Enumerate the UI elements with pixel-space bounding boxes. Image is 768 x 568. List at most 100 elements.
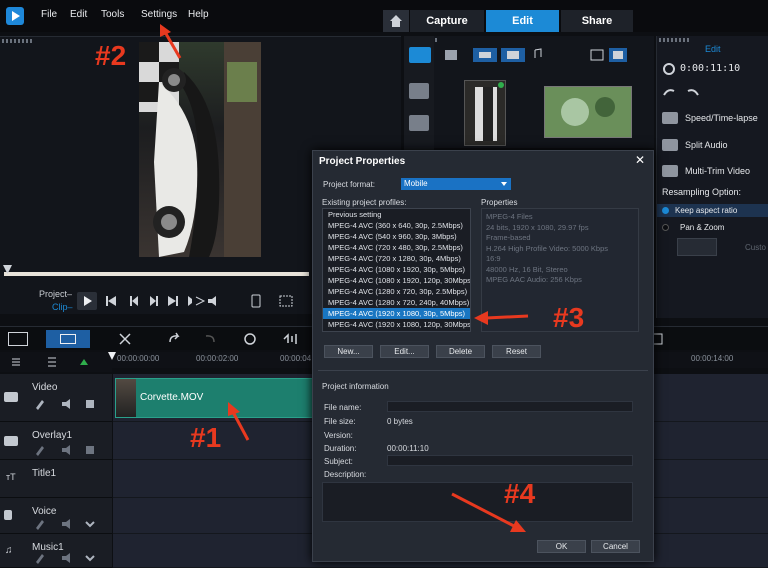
- project-format-label: Project format:: [323, 180, 376, 189]
- title-icon[interactable]: [409, 115, 429, 131]
- project-mode-label[interactable]: Project–: [39, 289, 72, 299]
- profile-item[interactable]: MPEG-4 AVC (1280 x 720, 30p, 2.5Mbps): [323, 286, 470, 297]
- speed-timelapse-option[interactable]: Speed/Time-lapse: [685, 113, 758, 123]
- duration-timecode[interactable]: 0:00:11:10: [680, 63, 740, 74]
- display-options-icons[interactable]: [250, 294, 300, 308]
- track-header-music: ♫ Music1: [0, 534, 112, 568]
- property-line: Frame-based: [486, 233, 531, 242]
- home-tab[interactable]: [383, 10, 409, 32]
- tab-share[interactable]: Share: [561, 10, 633, 32]
- menu-tools[interactable]: Tools: [101, 9, 124, 20]
- play-button[interactable]: [77, 292, 97, 310]
- track-name-title: Title1: [32, 468, 57, 479]
- music-track-icon: ♫: [5, 545, 13, 556]
- profile-list[interactable]: Previous setting MPEG-4 AVC (360 x 640, 3…: [322, 208, 471, 332]
- multi-trim-option[interactable]: Multi-Trim Video: [685, 166, 750, 176]
- split-audio-option[interactable]: Split Audio: [685, 140, 728, 150]
- rotate-icons[interactable]: [662, 87, 706, 99]
- ruler-time-2: 00:00:04: [280, 354, 312, 363]
- radio-pan-zoom[interactable]: [662, 224, 669, 231]
- play-icon: [84, 296, 92, 306]
- profile-item[interactable]: MPEG-4 AVC (360 x 640, 30p, 2.5Mbps): [323, 220, 470, 231]
- clock-icon: [663, 63, 675, 75]
- view-mode-icons[interactable]: [589, 48, 629, 62]
- annotation-4: #4: [504, 478, 536, 509]
- speed-icon: [662, 112, 678, 124]
- ruler-time-0: 00:00:00:00: [117, 354, 160, 363]
- library-thumb-photo[interactable]: [544, 86, 632, 138]
- profile-item[interactable]: MPEG-4 AVC (720 x 1280, 30p, 4Mbps): [323, 253, 470, 264]
- overlay-track-icon: [4, 436, 18, 446]
- media-library-icon[interactable]: [409, 47, 431, 63]
- properties-label: Properties: [481, 198, 518, 207]
- delete-profile-button[interactable]: Delete: [436, 345, 485, 358]
- options-panel: [656, 36, 768, 318]
- storyboard-view-icon[interactable]: [8, 332, 28, 346]
- profile-item[interactable]: MPEG-4 AVC (1920 x 1080, 30p, 5Mbps): [323, 308, 470, 319]
- new-profile-button[interactable]: New...: [324, 345, 373, 358]
- track-name-overlay: Overlay1: [32, 430, 73, 441]
- property-line: H.264 High Profile Video: 5000 Kbps: [486, 243, 609, 253]
- track-controls[interactable]: [34, 444, 98, 456]
- edit-tool-icons[interactable]: [118, 332, 318, 346]
- profile-item[interactable]: MPEG-4 AVC (1280 x 720, 240p, 40Mbps): [323, 297, 470, 308]
- scrub-bar[interactable]: [4, 272, 309, 276]
- clip-mode-label[interactable]: Clip–: [52, 302, 73, 312]
- library-filter-icons[interactable]: [443, 48, 553, 62]
- close-icon[interactable]: ✕: [635, 153, 645, 167]
- tab-edit[interactable]: Edit: [486, 10, 559, 32]
- ok-button[interactable]: OK: [537, 540, 586, 553]
- multi-trim-icon: [662, 165, 678, 177]
- subject-label: Subject:: [324, 457, 353, 466]
- pan-zoom-preset-dropdown[interactable]: [677, 238, 717, 256]
- reset-profile-button[interactable]: Reset: [492, 345, 541, 358]
- library-thumb-video[interactable]: [464, 80, 506, 146]
- clip-thumbnail: [116, 379, 136, 417]
- track-list-icons[interactable]: [10, 356, 100, 368]
- edit-profile-button[interactable]: Edit...: [380, 345, 429, 358]
- file-size-value: 0 bytes: [387, 417, 413, 426]
- video-clip[interactable]: Corvette.MOV: [115, 378, 313, 418]
- tab-capture[interactable]: Capture: [410, 10, 484, 32]
- menu-file[interactable]: File: [41, 9, 57, 20]
- track-controls[interactable]: [34, 552, 98, 564]
- profile-item[interactable]: MPEG-4 AVC (1080 x 1920, 30p, 5Mbps): [323, 264, 470, 275]
- annotation-3: #3: [553, 302, 585, 333]
- profile-item[interactable]: MPEG-4 AVC (1920 x 1080, 120p, 30Mbps: [323, 319, 470, 330]
- timeline-view-icon: [60, 334, 76, 344]
- instant-project-icon[interactable]: [409, 83, 429, 99]
- subject-field[interactable]: [387, 455, 633, 466]
- title-track-icon: ᴛT: [6, 472, 16, 482]
- transport-controls[interactable]: [104, 295, 216, 307]
- profile-item[interactable]: Previous setting: [323, 209, 470, 220]
- annotation-1: #1: [190, 422, 222, 453]
- track-header-overlay: Overlay1: [0, 422, 112, 460]
- dialog-title: Project Properties: [319, 156, 406, 167]
- profile-item[interactable]: MPEG-4 AVC (720 x 480, 30p, 2.5Mbps): [323, 242, 470, 253]
- app-logo-icon: [6, 7, 24, 25]
- project-format-select[interactable]: Mobile: [401, 178, 511, 190]
- description-field[interactable]: [322, 482, 633, 522]
- property-line: 48000 Hz, 16 Bit, Stereo: [486, 264, 568, 274]
- menu-help[interactable]: Help: [188, 9, 209, 20]
- cancel-button[interactable]: Cancel: [591, 540, 640, 553]
- version-label: Version:: [324, 431, 353, 440]
- file-name-field[interactable]: [387, 401, 633, 412]
- preview-video: [139, 42, 261, 257]
- customize-label[interactable]: Custo: [745, 243, 766, 252]
- panel-grip[interactable]: [2, 39, 32, 43]
- track-name-video: Video: [32, 382, 58, 393]
- profile-item[interactable]: MPEG-4 AVC (540 x 960, 30p, 3Mbps): [323, 231, 470, 242]
- ruler-time-1: 00:00:02:00: [196, 354, 239, 363]
- panel-grip[interactable]: [659, 38, 689, 42]
- menu-settings[interactable]: Settings: [141, 9, 177, 20]
- profiles-label: Existing project profiles:: [322, 198, 407, 207]
- track-controls[interactable]: [34, 398, 98, 410]
- profile-item[interactable]: MPEG-4 AVC (1080 x 1920, 120p, 30Mbps: [323, 275, 470, 286]
- timeline-view-button[interactable]: [46, 330, 90, 348]
- property-line: MPEG AAC Audio: 256 Kbps: [486, 275, 582, 284]
- radio-keep-aspect[interactable]: [662, 207, 669, 214]
- menu-edit[interactable]: Edit: [70, 9, 87, 20]
- track-controls[interactable]: [34, 518, 98, 530]
- car-preview-image: [139, 42, 261, 257]
